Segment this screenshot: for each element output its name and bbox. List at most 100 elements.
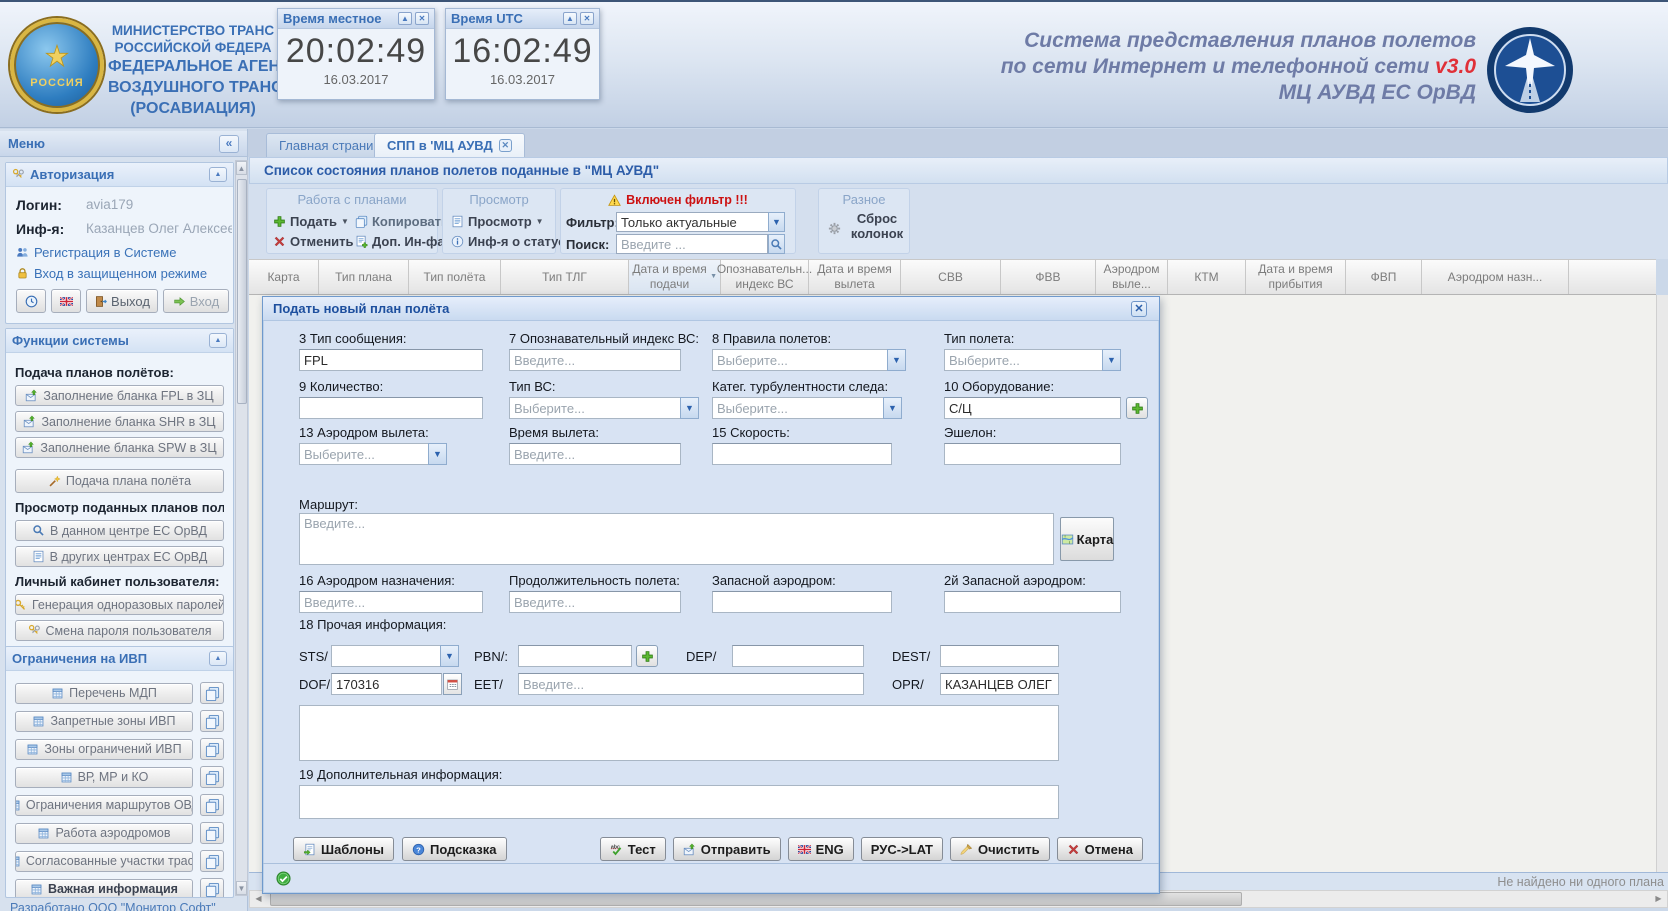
acid-input[interactable] [509, 349, 681, 371]
speed-input[interactable] [712, 443, 892, 465]
scroll-left-icon[interactable]: ◀ [251, 892, 266, 906]
dialog-button[interactable]: Очистить [949, 837, 1050, 861]
close-icon[interactable]: ✕ [415, 12, 429, 25]
add-pbn-button[interactable] [636, 645, 658, 667]
opr-input[interactable] [940, 673, 1059, 695]
restriction-button[interactable]: Зоны ограничений ИВП [15, 738, 193, 760]
register-link[interactable]: Регистрация в Системе [16, 245, 176, 260]
minimize-icon[interactable]: ▲ [398, 12, 412, 25]
open-in-window-button[interactable] [200, 710, 224, 732]
ac-type-select[interactable]: Выберите... ▼ [509, 397, 699, 419]
reset-columns-button[interactable]: Сброс колонок [847, 211, 907, 241]
scroll-down-icon[interactable]: ▼ [236, 881, 247, 895]
dialog-button[interactable]: РУС->LAT [860, 837, 943, 861]
other-info-display[interactable] [299, 705, 1059, 761]
sidebar-scrollbar[interactable]: ▲ ▼ [235, 160, 248, 896]
minimize-icon[interactable]: ▲ [563, 12, 577, 25]
dep-ad-select[interactable]: Выберите... ▼ [299, 443, 447, 465]
dialog-button[interactable]: ? Подсказка [401, 837, 507, 861]
column-header[interactable]: Опознавательн... индекс ВС [717, 260, 812, 294]
filter-dropdown-icon[interactable]: ▼ [768, 212, 785, 232]
authorization-header[interactable]: Авторизация ▲ [6, 163, 233, 187]
dialog-button[interactable]: Шаблоны [293, 837, 394, 861]
secure-login-link[interactable]: Вход в защищенном режиме [16, 266, 207, 281]
dep-input[interactable] [732, 645, 864, 667]
restriction-button[interactable]: Запретные зоны ИВП [15, 710, 193, 732]
dest-input[interactable] [940, 645, 1059, 667]
chevron-down-icon[interactable]: ▼ [440, 645, 459, 667]
rules-select[interactable]: Выберите... ▼ [712, 349, 906, 371]
open-in-window-button[interactable] [200, 850, 224, 872]
flight-type-select[interactable]: Выберите... ▼ [944, 349, 1121, 371]
send-button[interactable]: Отправить [672, 837, 781, 861]
column-header[interactable]: Дата и время прибытия [1246, 260, 1346, 294]
table-vertical-scrollbar[interactable] [1656, 295, 1668, 872]
column-header[interactable]: Дата и время вылета [809, 260, 901, 294]
filter-select[interactable]: Только актуальные [616, 212, 768, 232]
cancel-button[interactable]: Отмена [1056, 837, 1143, 861]
search-input[interactable] [616, 234, 768, 254]
restriction-button[interactable]: Согласованные участки трасс [15, 850, 193, 872]
dep-time-input[interactable] [509, 443, 681, 465]
chevron-down-icon[interactable]: ▼ [887, 349, 906, 371]
column-header[interactable]: ФВП [1346, 260, 1422, 294]
altn2-input[interactable] [944, 591, 1121, 613]
column-header[interactable]: Дата и время подачи ▼ [629, 260, 721, 294]
close-tab-icon[interactable]: ✕ [498, 139, 512, 152]
logout-button[interactable]: Выход [86, 289, 158, 313]
sidebar-function-button[interactable]: Заполнение бланка SHR в ЗЦ [15, 411, 224, 432]
sidebar-function-button[interactable]: Заполнение бланка SPW в ЗЦ [15, 437, 224, 458]
view-plan-button[interactable]: Просмотр ▼ [451, 214, 544, 229]
time-settings-button[interactable] [16, 289, 46, 313]
login-button[interactable]: Вход [163, 289, 229, 313]
scrollbar-thumb[interactable] [237, 179, 247, 404]
scrollbar-thumb[interactable] [270, 892, 1242, 906]
equipment-input[interactable] [944, 397, 1121, 419]
language-button[interactable] [51, 289, 81, 313]
scroll-up-icon[interactable]: ▲ [236, 161, 247, 175]
column-header[interactable]: Тип полёта [409, 260, 501, 294]
restriction-button[interactable]: ВР, МР и КО [15, 766, 193, 788]
map-button[interactable]: Карта [1060, 517, 1114, 561]
chevron-down-icon[interactable]: ▼ [680, 397, 699, 419]
open-in-window-button[interactable] [200, 738, 224, 760]
column-header[interactable]: Аэродром выле... [1096, 260, 1168, 294]
chevron-down-icon[interactable]: ▼ [883, 397, 902, 419]
sidebar-function-button[interactable]: Подача плана полёта [15, 469, 224, 493]
open-in-window-button[interactable] [200, 822, 224, 844]
altn-input[interactable] [712, 591, 892, 613]
column-header[interactable]: Аэродром назн... [1422, 260, 1569, 294]
sidebar-function-button[interactable]: В данном центре ЕС ОрВД [15, 520, 224, 541]
search-icon[interactable] [768, 234, 785, 254]
system-functions-header[interactable]: Функции системы ▲ [6, 329, 233, 353]
column-header[interactable]: КТМ [1168, 260, 1246, 294]
column-header[interactable]: Тип ТЛГ [501, 260, 629, 294]
sidebar-function-button[interactable]: В других центрах ЕС ОрВД [15, 546, 224, 567]
additional-info-input[interactable] [299, 785, 1059, 819]
close-icon[interactable]: ✕ [580, 12, 594, 25]
dof-input[interactable] [331, 673, 442, 695]
dest-ad-input[interactable] [299, 591, 483, 613]
submit-plan-button[interactable]: Подать ▼ [273, 214, 349, 229]
dialog-button[interactable]: ENG [787, 837, 854, 861]
open-in-window-button[interactable] [200, 794, 224, 816]
open-in-window-button[interactable] [200, 682, 224, 704]
msg-type-input[interactable] [299, 349, 483, 371]
collapse-panel-icon[interactable]: ▲ [209, 167, 227, 182]
duration-input[interactable] [509, 591, 681, 613]
open-in-window-button[interactable] [200, 878, 224, 897]
collapse-panel-icon[interactable]: ▲ [209, 651, 227, 666]
chevron-down-icon[interactable]: ▼ [1102, 349, 1121, 371]
eet-input[interactable] [518, 673, 864, 695]
column-header[interactable]: Тип плана [319, 260, 409, 294]
number-input[interactable] [299, 397, 483, 419]
column-header[interactable]: ФВВ [1001, 260, 1096, 294]
restriction-button[interactable]: Перечень МДП [15, 682, 193, 704]
status-info-button[interactable]: Инф-я о статусе [451, 234, 573, 249]
sidebar-function-button[interactable]: Смена пароля пользователя [15, 620, 224, 641]
restriction-button[interactable]: Важная информация [15, 878, 193, 897]
airspace-restrictions-header[interactable]: Ограничения на ИВП ▲ [6, 647, 233, 671]
route-input[interactable] [299, 513, 1054, 565]
tab-spp-mc-auvd[interactable]: СПП в 'МЦ АУВД ✕ [374, 133, 525, 157]
add-equipment-button[interactable] [1126, 397, 1148, 419]
